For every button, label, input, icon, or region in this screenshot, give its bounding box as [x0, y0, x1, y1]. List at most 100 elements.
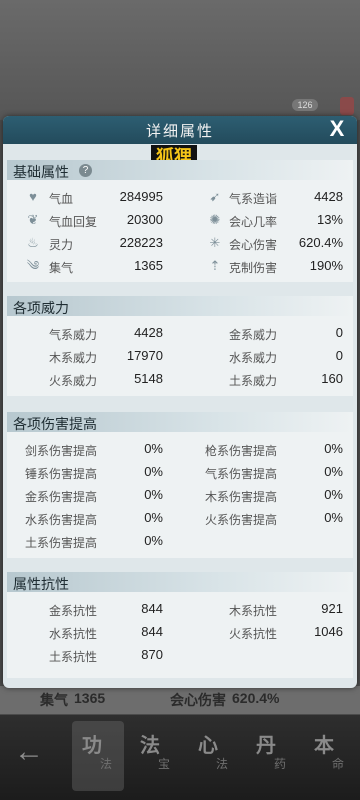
stat-label: 灵力	[49, 238, 74, 252]
stat-value: 0%	[324, 464, 343, 479]
section-basic-attributes: 基础属性 ? ♥ 气血 284995 ❦ 气血回复 20300 ♨ 灵力 228…	[7, 160, 353, 282]
nav-tab-sublabel: 药	[274, 757, 287, 771]
section-damage-increase: 各项伤害提高 剑系伤害提高 0% 锤系伤害提高 0% 金系伤害提高 0% 水系伤…	[7, 412, 353, 558]
stat-row: 木系抗性 921	[183, 599, 351, 619]
close-button[interactable]: X	[325, 116, 349, 142]
dialog-title: 详细属性	[145, 123, 214, 140]
stat-row: 土系抗性 870	[7, 645, 177, 665]
nav-tab-sublabel: 法	[216, 757, 229, 771]
background-row-label: 集气	[40, 692, 68, 708]
stat-label: 土系伤害提高	[25, 536, 98, 550]
stat-value: 190%	[309, 258, 343, 273]
section-title: 各项伤害提高	[13, 416, 97, 432]
stat-label: 火系抗性	[229, 627, 278, 641]
dialog-header: 详细属性 X	[3, 116, 357, 144]
help-icon[interactable]: ?	[79, 164, 92, 177]
stat-label: 水系抗性	[49, 627, 98, 641]
swirl-icon: ༄	[26, 258, 40, 273]
stat-value: 1365	[134, 258, 163, 273]
attribute-detail-dialog: 详细属性 X 狐狸 基础属性 ? ♥ 气血 284995 ❦ 气血回复 2030…	[3, 116, 357, 688]
stat-row: 水系抗性 844	[7, 622, 177, 642]
counter-damage-icon: ⇡	[209, 258, 221, 273]
stat-value: 228223	[119, 235, 163, 250]
stat-label: 木系抗性	[229, 604, 278, 618]
stat-label: 金系伤害提高	[25, 490, 98, 504]
nav-tab-danyao[interactable]: 丹 药	[246, 721, 298, 791]
stat-label: 枪系伤害提高	[205, 444, 278, 458]
stat-row: ༄ 集气 1365	[7, 256, 177, 276]
stat-value: 0	[335, 325, 343, 340]
stat-value: 160	[321, 371, 343, 386]
stat-row: ❦ 气血回复 20300	[7, 210, 177, 230]
stat-value: 0%	[144, 510, 163, 525]
section-title: 属性抗性	[13, 576, 69, 592]
stat-value: 17970	[126, 348, 163, 363]
stat-label: 气系威力	[49, 328, 98, 342]
stat-label: 剑系伤害提高	[25, 444, 98, 458]
stat-row: 枪系伤害提高 0%	[183, 439, 351, 459]
stat-value: 20300	[126, 212, 163, 227]
section-power: 各项威力 气系威力 4428 木系威力 17970 火系威力 5148 金系威力…	[7, 296, 353, 396]
nav-tab-label: 丹	[256, 735, 276, 757]
stat-row: 木系威力 17970	[7, 346, 177, 366]
stat-value: 0%	[324, 441, 343, 456]
background-figure	[340, 97, 354, 115]
stat-label: 气血	[49, 192, 74, 206]
nav-tab-xinfa[interactable]: 心 法	[188, 721, 240, 791]
nav-tab-gongfa[interactable]: 功 法	[72, 721, 124, 791]
stat-value: 844	[141, 601, 163, 616]
section-resistance: 属性抗性 金系抗性 844 水系抗性 844 土系抗性 870 木系抗性 921…	[7, 572, 353, 678]
stat-label: 金系抗性	[49, 604, 98, 618]
stat-row: ♥ 气血 284995	[7, 187, 177, 207]
stat-row: 剑系伤害提高 0%	[7, 439, 177, 459]
background-stat-row: 集气 1365 会心伤害 620.4%	[0, 686, 360, 714]
stat-value: 0%	[144, 464, 163, 479]
section-header: 各项伤害提高	[7, 412, 353, 432]
stat-row: ✳ 会心伤害 620.4%	[183, 233, 351, 253]
stat-row: 金系威力 0	[183, 323, 351, 343]
nav-tab-sublabel: 宝	[158, 757, 171, 771]
stat-label: 集气	[49, 261, 74, 275]
nav-tab-sublabel: 法	[100, 757, 113, 771]
stat-label: 金系威力	[229, 328, 278, 342]
stat-row: 木系伤害提高 0%	[183, 485, 351, 505]
section-title: 各项威力	[13, 300, 69, 316]
energy-icon: ➹	[209, 189, 221, 204]
stat-value: 4428	[314, 189, 343, 204]
nav-tab-label: 法	[140, 735, 160, 757]
stat-label: 木系伤害提高	[205, 490, 278, 504]
stat-value: 0%	[324, 487, 343, 502]
nav-tab-benming[interactable]: 本 命	[304, 721, 356, 791]
stat-label: 会心伤害	[229, 238, 278, 252]
stat-label: 火系伤害提高	[205, 513, 278, 527]
stat-value: 284995	[119, 189, 163, 204]
stat-label: 气系伤害提高	[205, 467, 278, 481]
nav-tab-sublabel: 命	[332, 757, 345, 771]
section-header: 基础属性 ?	[7, 160, 353, 180]
heart-regen-icon: ❦	[27, 212, 39, 227]
stat-row: 气系伤害提高 0%	[183, 462, 351, 482]
background-row-label2: 会心伤害	[170, 692, 226, 708]
nav-tab-label: 功	[82, 735, 102, 757]
background-row-value: 1365	[74, 690, 106, 706]
stat-label: 火系威力	[49, 374, 98, 388]
stat-row: 火系伤害提高 0%	[183, 508, 351, 528]
background-header: 126	[0, 0, 360, 120]
stat-value: 1046	[314, 624, 343, 639]
stat-row: 土系威力 160	[183, 369, 351, 389]
back-arrow-icon[interactable]: ←	[14, 735, 44, 769]
stat-value: 0%	[144, 533, 163, 548]
stat-label: 会心几率	[229, 215, 278, 229]
stat-value: 844	[141, 624, 163, 639]
stat-row: 火系抗性 1046	[183, 622, 351, 642]
stat-label: 土系抗性	[49, 650, 98, 664]
stat-row: 土系伤害提高 0%	[7, 531, 177, 551]
stat-value: 620.4%	[298, 235, 343, 250]
nav-tab-fabao[interactable]: 法 宝	[130, 721, 182, 791]
stat-row: ➹ 气系造诣 4428	[183, 187, 351, 207]
stat-value: 4428	[134, 325, 163, 340]
nav-tab-label: 心	[198, 735, 218, 757]
section-title: 基础属性	[13, 164, 69, 180]
section-header: 各项威力	[7, 296, 353, 316]
stat-row: 水系威力 0	[183, 346, 351, 366]
